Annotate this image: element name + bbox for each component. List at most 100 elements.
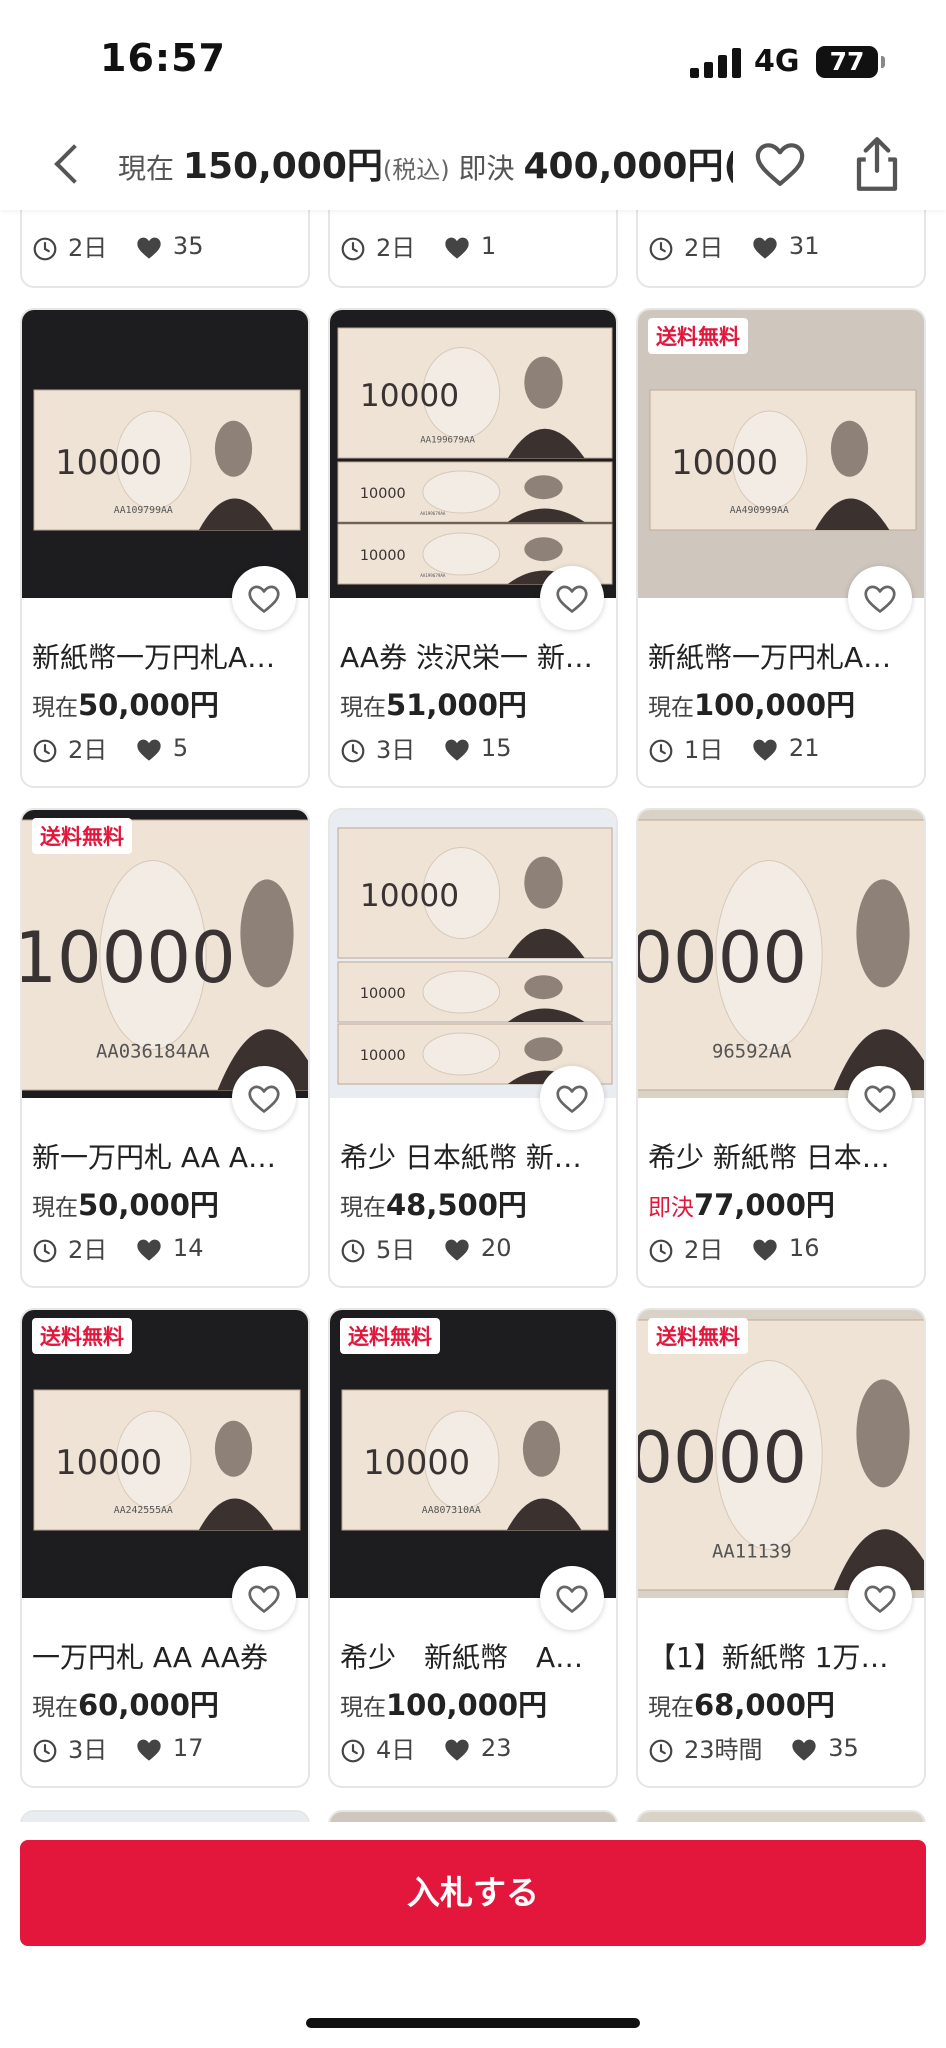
price-label: 現在 bbox=[32, 695, 78, 721]
time-left: 2日 bbox=[68, 1236, 108, 1264]
heart-outline-icon bbox=[248, 1585, 280, 1613]
price-label: 現在 bbox=[32, 1695, 78, 1721]
heart-outline-icon bbox=[248, 585, 280, 613]
heart-filled-icon bbox=[753, 739, 777, 761]
free-shipping-badge: 送料無料 bbox=[32, 1318, 132, 1354]
free-shipping-badge: 送料無料 bbox=[648, 1318, 748, 1354]
listing-title: 新紙幣一万円札A… bbox=[32, 641, 276, 674]
price-value: 50,000円 bbox=[78, 1188, 219, 1222]
listing-card[interactable]: 10000 AA036184AA 送料無料 新一万円札 AA A… 現在50,00… bbox=[20, 808, 310, 1288]
listing-card[interactable]: 10000 AA490999AA 送料無料 新紙幣一万円札A… 現在100,000… bbox=[636, 308, 926, 788]
time-left: 5日 bbox=[376, 1236, 416, 1264]
like-count: 14 bbox=[172, 1233, 204, 1262]
listing-photo: 0000 96592AA bbox=[638, 810, 924, 1098]
screen: 16:57 4G 77 現在 150,000円(税込) 即決 400,000円(… bbox=[0, 0, 946, 2048]
status-time: 16:57 bbox=[100, 36, 226, 80]
heart-filled-icon bbox=[792, 1739, 816, 1761]
bottom-bar: 入札する bbox=[0, 1822, 946, 2048]
price-value: 51,000円 bbox=[386, 688, 527, 722]
listing-card[interactable]: 10000 AA807310AA 送料無料 希少 新紙幣 A… 現在100,000… bbox=[328, 1308, 618, 1788]
listing-card[interactable]: 10000 AA199679AA 10000 AA199679AA 10000 AA199… bbox=[328, 308, 618, 788]
listing-card[interactable]: 0000 AA11139 送料無料 【1】新紙幣 1万… 現在68,000円 23… bbox=[636, 1308, 926, 1788]
favorite-button[interactable] bbox=[540, 566, 604, 630]
heart-outline-icon bbox=[864, 1585, 896, 1613]
back-button[interactable] bbox=[44, 138, 94, 192]
favorite-button[interactable] bbox=[232, 566, 296, 630]
listing-photo: 10000 AA199679AA 10000 AA199679AA 10000 AA199… bbox=[330, 310, 616, 598]
listing-meta: 3日 17 bbox=[32, 1730, 223, 1770]
price-value: 68,000円 bbox=[694, 1688, 835, 1722]
free-shipping-badge: 送料無料 bbox=[648, 318, 748, 354]
like-count: 21 bbox=[788, 733, 820, 762]
clock-icon bbox=[649, 1239, 673, 1263]
favorite-button[interactable] bbox=[848, 1066, 912, 1130]
heart-filled-icon bbox=[137, 1239, 161, 1261]
listing-title: 希少 日本紙幣 新… bbox=[340, 1141, 582, 1174]
price-value: 48,500円 bbox=[386, 1188, 527, 1222]
note-denomination: 10000 bbox=[360, 878, 459, 914]
heart-filled-icon bbox=[445, 1739, 469, 1761]
favorite-button[interactable] bbox=[848, 1566, 912, 1630]
bid-button[interactable]: 入札する bbox=[20, 1840, 926, 1946]
listing-title: AA券 渋沢栄一 新… bbox=[340, 641, 593, 674]
note-denomination: 0000 bbox=[638, 917, 807, 999]
like-count: 15 bbox=[480, 733, 512, 762]
time-left: 2日 bbox=[68, 234, 108, 262]
watch-button[interactable] bbox=[752, 136, 808, 192]
listing-photo: 10000 AA109799AA bbox=[22, 310, 308, 598]
buynow-label: 即決 bbox=[458, 152, 515, 185]
listing-card[interactable]: 0000 96592AA 希少 新紙幣 日本… 即決77,000円 2日 16 bbox=[636, 808, 926, 1288]
listing-price: 現在100,000円 bbox=[648, 682, 855, 724]
listing-price: 現在51,000円 bbox=[340, 682, 527, 724]
banknote-illustration: 10000 10000 10000 bbox=[337, 827, 613, 1085]
listing-price: 現在60,000円 bbox=[32, 1682, 219, 1724]
favorite-button[interactable] bbox=[848, 566, 912, 630]
listing-price: 現在50,000円 bbox=[32, 682, 219, 724]
favorite-button[interactable] bbox=[232, 1066, 296, 1130]
note-denomination: 10000 bbox=[360, 986, 406, 1002]
clock-icon bbox=[649, 1739, 673, 1763]
note-denomination: 10000 bbox=[55, 1443, 162, 1482]
favorite-button[interactable] bbox=[232, 1566, 296, 1630]
heart-filled-icon bbox=[137, 739, 161, 761]
note-denomination: 10000 bbox=[360, 548, 406, 564]
price-label: 現在 bbox=[648, 695, 694, 721]
status-bar: 16:57 4G 77 bbox=[0, 0, 946, 120]
current-price: 150,000円 bbox=[182, 146, 383, 187]
clock-icon bbox=[33, 237, 57, 261]
heart-outline-icon bbox=[864, 1085, 896, 1113]
auction-header: 現在 150,000円(税込) 即決 400,000円( bbox=[0, 120, 946, 210]
note-serial: AA807310AA bbox=[422, 1505, 481, 1516]
heart-outline-icon bbox=[556, 585, 588, 613]
note-denomination: 0000 bbox=[638, 1417, 807, 1499]
heart-filled-icon bbox=[753, 237, 777, 259]
listing-title: 新紙幣一万円札A… bbox=[648, 641, 892, 674]
listing-meta: 4日 23 bbox=[340, 1730, 531, 1770]
listing-meta: 2日 5 bbox=[32, 730, 208, 770]
header-price-summary: 現在 150,000円(税込) 即決 400,000円( bbox=[118, 142, 733, 192]
like-count: 35 bbox=[828, 1733, 859, 1762]
clock-icon bbox=[341, 237, 365, 261]
listing-title: 希少 新紙幣 日本… bbox=[648, 1141, 890, 1174]
like-count: 17 bbox=[172, 1733, 204, 1762]
share-button[interactable] bbox=[850, 134, 904, 194]
time-left: 3日 bbox=[68, 1736, 108, 1764]
heart-filled-icon bbox=[445, 739, 469, 761]
price-value: 100,000円 bbox=[694, 688, 856, 722]
heart-outline-icon bbox=[556, 1085, 588, 1113]
favorite-button[interactable] bbox=[540, 1066, 604, 1130]
note-serial: AA242555AA bbox=[114, 1505, 173, 1516]
listing-card[interactable]: 10000 AA109799AA 新紙幣一万円札A… 現在50,000円 2日 5 bbox=[20, 308, 310, 788]
listing-meta: 2日 35 bbox=[32, 228, 223, 268]
note-denomination: 10000 bbox=[55, 443, 162, 482]
price-value: 50,000円 bbox=[78, 688, 219, 722]
listing-card[interactable]: 10000 10000 10000 希少 日本紙幣 新… 現在48,500円 5日 … bbox=[328, 808, 618, 1288]
price-label: 現在 bbox=[32, 1195, 78, 1221]
note-denomination: 10000 bbox=[360, 486, 406, 502]
note-serial: AA490999AA bbox=[730, 505, 789, 516]
price-value: 100,000円 bbox=[386, 1688, 548, 1722]
listing-price: 現在68,000円 bbox=[648, 1682, 835, 1724]
favorite-button[interactable] bbox=[540, 1566, 604, 1630]
listing-card[interactable]: 10000 AA242555AA 送料無料 一万円札 AA AA券 現在60,00… bbox=[20, 1308, 310, 1788]
heart-outline-icon bbox=[755, 143, 805, 186]
